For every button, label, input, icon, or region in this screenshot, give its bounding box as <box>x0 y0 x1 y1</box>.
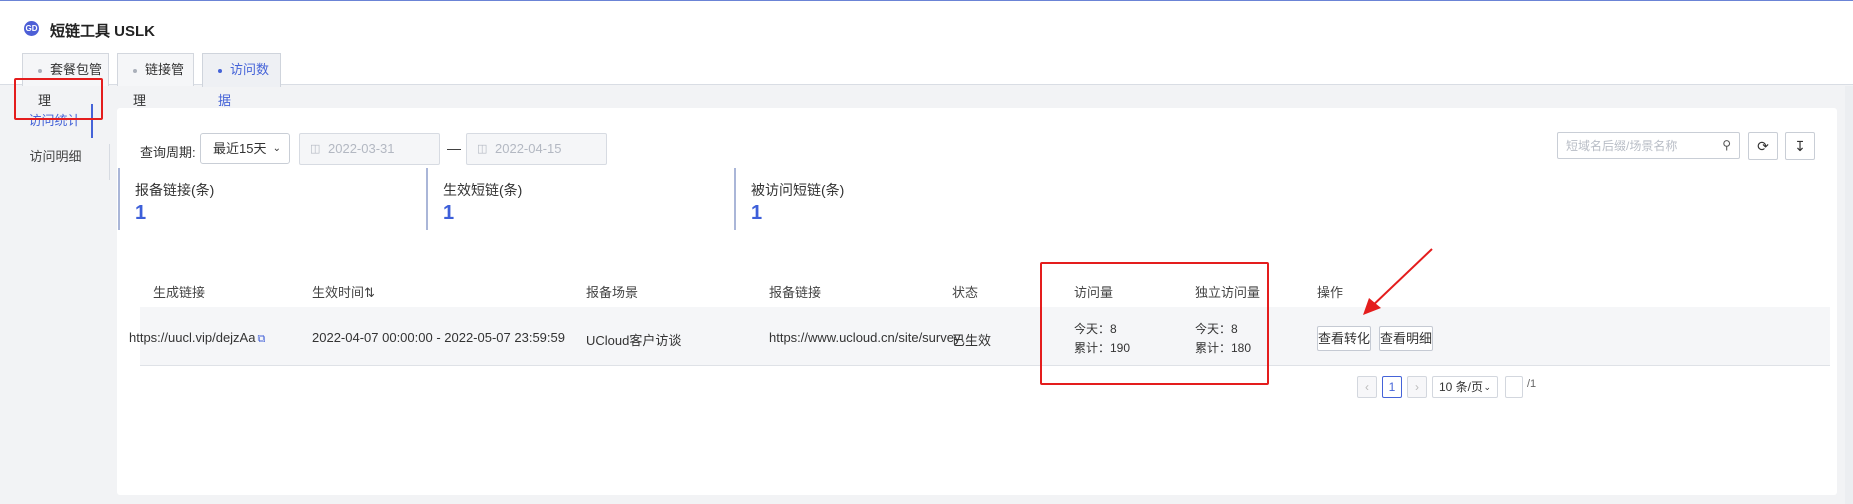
stat-value: 1 <box>135 202 147 224</box>
col-header-status: 状态 <box>952 285 979 300</box>
chevron-down-icon: ⌄ <box>1483 382 1491 392</box>
stat-active-short-links: 生效短链(条) 1 <box>426 168 726 230</box>
end-date-value: 2022-04-15 <box>495 141 562 156</box>
status-badge: 已生效 <box>952 333 992 348</box>
cell-short-link: https://uucl.vip/dejzAa ⧉ <box>129 330 265 346</box>
link-icon: GD <box>24 21 39 36</box>
search-icon[interactable]: ⚲ <box>1722 138 1731 152</box>
search-box: ⚲ <box>1557 132 1740 159</box>
copy-icon[interactable]: ⧉ <box>257 333 265 346</box>
app-title: 短链工具 USLK <box>50 23 156 40</box>
sidebar-item-visit-details[interactable]: 访问明细 <box>18 140 93 174</box>
period-select-value: 最近15天 <box>213 141 267 156</box>
short-link-text[interactable]: https://uucl.vip/dejzAa <box>129 330 255 345</box>
col-header-scene: 报备场景 <box>586 285 639 300</box>
page-size-value: 10 条/页 <box>1439 380 1484 394</box>
next-page-button[interactable]: › <box>1407 376 1427 398</box>
highlight-box-visits <box>1040 262 1269 385</box>
start-date-field[interactable]: ◫ 2022-03-31 <box>299 133 440 165</box>
view-conversion-button[interactable]: 查看转化 <box>1317 326 1371 351</box>
search-input[interactable] <box>1558 133 1708 158</box>
col-header-label: 生效时间 <box>312 285 365 300</box>
cell-report-link[interactable]: https://www.ucloud.cn/site/survey… <box>769 330 973 345</box>
refresh-icon: ⟳ <box>1757 138 1769 154</box>
col-header-actions: 操作 <box>1317 285 1344 300</box>
tab-label: 链接管理 <box>133 62 185 108</box>
stats-card: 查询周期: 最近15天 ⌄ ◫ 2022-03-31 — ◫ 2022-04-1… <box>117 108 1837 495</box>
prev-page-button[interactable]: ‹ <box>1357 376 1377 398</box>
dot-icon <box>38 68 42 73</box>
col-header-effective-time[interactable]: 生效时间⇅ <box>312 282 375 301</box>
date-separator: — <box>447 140 461 156</box>
download-button[interactable]: ↧ <box>1785 132 1815 160</box>
page-jump-input[interactable] <box>1505 376 1523 398</box>
annotation-arrow-icon <box>1363 248 1433 315</box>
col-header-report-link: 报备链接 <box>769 285 822 300</box>
scrollbar[interactable] <box>1845 86 1853 504</box>
total-pages: /1 <box>1527 378 1537 390</box>
cell-scene: UCloud客户访谈 <box>586 333 682 348</box>
highlight-box-sidebar <box>14 78 103 120</box>
stat-label: 生效短链(条) <box>443 182 523 198</box>
arrow-shaft <box>1367 248 1433 311</box>
period-select[interactable]: 最近15天 ⌄ <box>200 133 290 164</box>
calendar-icon: ◫ <box>477 143 488 155</box>
start-date-value: 2022-03-31 <box>328 141 395 156</box>
end-date-field[interactable]: ◫ 2022-04-15 <box>466 133 607 165</box>
dot-icon <box>218 68 222 73</box>
stat-label: 报备链接(条) <box>135 182 215 198</box>
period-label: 查询周期: <box>140 145 196 160</box>
stat-visited-short-links: 被访问短链(条) 1 <box>734 168 1034 230</box>
tab-label: 访问数据 <box>218 62 270 108</box>
app-header: GD 短链工具 USLK 套餐包管理 链接管理 访问数据 <box>0 1 1853 108</box>
col-header-link: 生成链接 <box>153 285 206 300</box>
page-size-select[interactable]: 10 条/页 ⌄ <box>1432 376 1498 398</box>
dot-icon <box>133 68 137 73</box>
page-1-button[interactable]: 1 <box>1382 376 1402 398</box>
calendar-icon: ◫ <box>310 143 321 155</box>
stat-value: 1 <box>443 202 455 224</box>
sort-icon[interactable]: ⇅ <box>364 285 375 300</box>
download-icon: ↧ <box>1794 138 1806 154</box>
refresh-button[interactable]: ⟳ <box>1748 132 1778 160</box>
stat-label: 被访问短链(条) <box>751 182 845 198</box>
cell-effective-time: 2022-04-07 00:00:00 - 2022-05-07 23:59:5… <box>312 330 565 345</box>
view-detail-button[interactable]: 查看明细 <box>1379 326 1433 351</box>
stat-reported-links: 报备链接(条) 1 <box>118 168 418 230</box>
stat-value: 1 <box>751 202 763 224</box>
sidebar-divider <box>109 144 110 180</box>
chevron-down-icon: ⌄ <box>272 143 281 154</box>
tab-link-management[interactable]: 链接管理 <box>117 53 194 108</box>
tab-visit-data[interactable]: 访问数据 <box>202 53 281 108</box>
